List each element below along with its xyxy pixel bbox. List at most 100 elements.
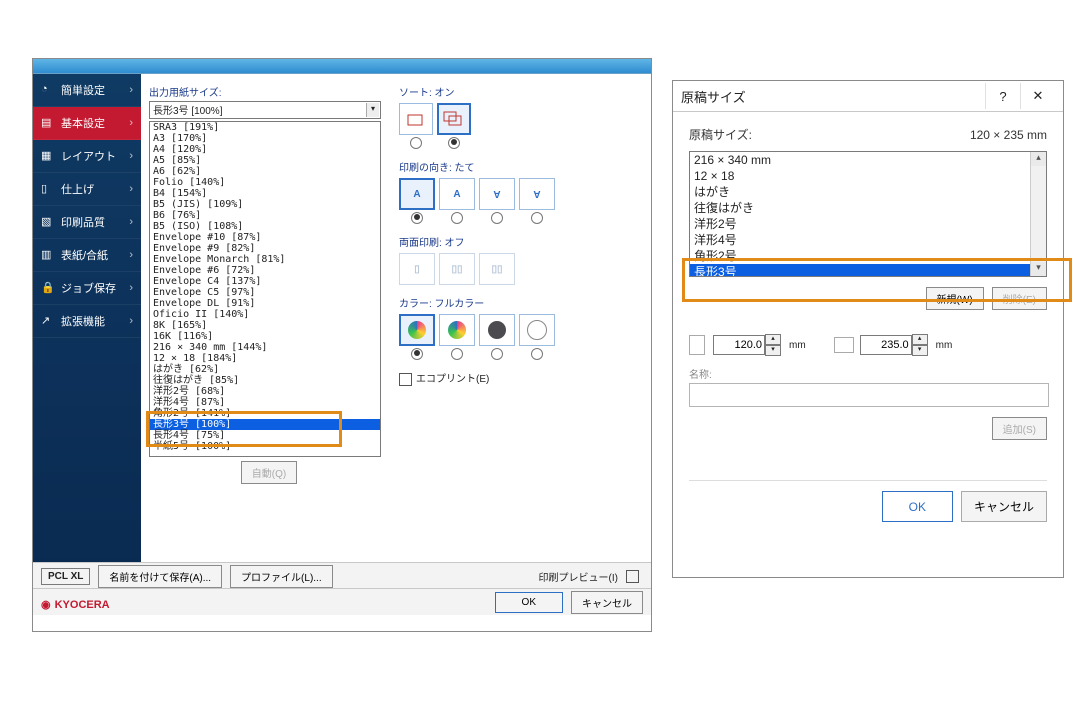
orient-1[interactable]: A xyxy=(399,178,435,210)
paper-size-option[interactable]: B5 (JIS) [109%] xyxy=(150,199,380,210)
sort-on-radio[interactable] xyxy=(448,137,460,149)
name-input[interactable] xyxy=(689,383,1049,407)
paper-size-option[interactable]: A5 [85%] xyxy=(150,155,380,166)
width-spinner[interactable]: ▴▾ xyxy=(713,334,781,356)
paper-size-option[interactable]: 16K [116%] xyxy=(150,331,380,342)
sort-on-option[interactable] xyxy=(437,103,471,135)
height-spinner[interactable]: ▴▾ xyxy=(860,334,928,356)
paper-size-combo[interactable]: 長形3号 [100%]▾ xyxy=(149,101,381,119)
paper-size-option[interactable]: 半紙5号 [100%] xyxy=(150,441,380,452)
cancel-button-right[interactable]: キャンセル xyxy=(961,491,1047,522)
sidebar-item-easy[interactable]: ◔簡単設定› xyxy=(33,74,141,107)
brand-logo: ◉KYOCERA xyxy=(41,598,110,611)
paper-size-option[interactable]: Envelope #10 [87%] xyxy=(150,232,380,243)
paper-size-option[interactable]: Oficio II [140%] xyxy=(150,309,380,320)
help-button[interactable]: ? xyxy=(985,83,1020,109)
close-button[interactable]: ✕ xyxy=(1020,83,1055,109)
size-option[interactable]: 長形3号 xyxy=(690,264,1046,277)
paper-size-option[interactable]: 洋形4号 [87%] xyxy=(150,397,380,408)
preview-checkbox[interactable] xyxy=(626,570,639,583)
cancel-button[interactable]: キャンセル xyxy=(571,591,643,614)
paper-size-option[interactable]: はがき [62%] xyxy=(150,364,380,375)
paper-size-option[interactable]: 8K [165%] xyxy=(150,320,380,331)
add-button[interactable]: 追加(S) xyxy=(992,417,1047,440)
spin-down-icon[interactable]: ▾ xyxy=(765,345,781,356)
titlebar-right[interactable]: 原稿サイズ ? ✕ xyxy=(673,81,1063,112)
sidebar: ◔簡単設定› ▤基本設定› ▦レイアウト› ▯仕上げ› ▧印刷品質› ▥表紙/合… xyxy=(33,74,141,590)
scrollbar[interactable]: ▴▾ xyxy=(1030,152,1046,276)
paper-size-option[interactable]: 216 × 340 mm [144%] xyxy=(150,342,380,353)
sort-off-option[interactable] xyxy=(399,103,433,135)
image-icon: ▧ xyxy=(41,215,55,229)
paper-size-option[interactable]: A3 [170%] xyxy=(150,133,380,144)
paper-size-option[interactable]: Envelope C5 [97%] xyxy=(150,287,380,298)
color-full[interactable] xyxy=(399,314,435,346)
titlebar[interactable] xyxy=(33,59,651,74)
duplex-section: 両面印刷: オフ ▯ ▯▯ ▯▯ xyxy=(399,234,643,285)
height-icon xyxy=(834,337,854,353)
orient-3[interactable]: A xyxy=(479,178,515,210)
ok-button-right[interactable]: OK xyxy=(882,491,953,522)
paper-size-option[interactable]: 長形4号 [75%] xyxy=(150,430,380,441)
pdl-badge[interactable]: PCL XL xyxy=(41,568,90,585)
sidebar-item-basic[interactable]: ▤基本設定› xyxy=(33,107,141,140)
paper-size-option[interactable]: B5 (ISO) [108%] xyxy=(150,221,380,232)
sidebar-item-quality[interactable]: ▧印刷品質› xyxy=(33,206,141,239)
ecoprint-checkbox[interactable] xyxy=(399,373,412,386)
size-option[interactable]: はがき xyxy=(690,184,1046,200)
orient-4[interactable]: A xyxy=(519,178,555,210)
paper-size-option[interactable]: Envelope C4 [137%] xyxy=(150,276,380,287)
sidebar-item-finishing[interactable]: ▯仕上げ› xyxy=(33,173,141,206)
profile-button[interactable]: プロファイル(L)... xyxy=(230,565,333,588)
sidebar-item-jobsave[interactable]: 🔒ジョブ保存› xyxy=(33,272,141,305)
scroll-down-icon[interactable]: ▾ xyxy=(1031,262,1046,276)
paper-size-option[interactable]: 角形2号 [141%] xyxy=(150,408,380,419)
paper-size-option[interactable]: Folio [140%] xyxy=(150,177,380,188)
paper-size-list[interactable]: SRA3 [191%]A3 [170%]A4 [120%]A5 [85%]A6 … xyxy=(149,121,381,457)
spin-up-icon[interactable]: ▴ xyxy=(765,334,781,345)
auto-button[interactable]: 自動(Q) xyxy=(241,461,297,484)
size-list[interactable]: 216 × 340 mm12 × 18はがき往復はがき洋形2号洋形4号角形2号長… xyxy=(689,151,1047,277)
paper-size-option[interactable]: Envelope Monarch [81%] xyxy=(150,254,380,265)
ecoprint-row[interactable]: エコプリント(E) xyxy=(399,370,643,386)
orient-2[interactable]: A xyxy=(439,178,475,210)
color-bw1[interactable] xyxy=(479,314,515,346)
new-button[interactable]: 新規(W) xyxy=(926,287,984,310)
paper-size-option[interactable]: 洋形2号 [68%] xyxy=(150,386,380,397)
save-as-button[interactable]: 名前を付けて保存(A)... xyxy=(98,565,222,588)
size-option[interactable]: 216 × 340 mm xyxy=(690,152,1046,168)
paper-size-option[interactable]: Envelope #6 [72%] xyxy=(150,265,380,276)
grid-icon: ▦ xyxy=(41,149,55,163)
delete-button[interactable]: 削除(E) xyxy=(992,287,1047,310)
sheets-icon: ▥ xyxy=(41,248,55,262)
size-option[interactable]: 洋形2号 xyxy=(690,216,1046,232)
size-option[interactable]: 12 × 18 xyxy=(690,168,1046,184)
scroll-up-icon[interactable]: ▴ xyxy=(1031,152,1046,166)
name-label: 名称: xyxy=(689,366,1047,381)
paper-size-option[interactable]: 12 × 18 [184%] xyxy=(150,353,380,364)
paper-size-option[interactable]: A4 [120%] xyxy=(150,144,380,155)
arrow-icon: ↗ xyxy=(41,314,55,328)
sidebar-item-extend[interactable]: ↗拡張機能› xyxy=(33,305,141,338)
duplex-off[interactable]: ▯ xyxy=(399,253,435,285)
color-auto[interactable] xyxy=(439,314,475,346)
sidebar-item-cover[interactable]: ▥表紙/合紙› xyxy=(33,239,141,272)
paper-size-option[interactable]: 長形3号 [100%] xyxy=(150,419,380,430)
paper-size-option[interactable]: A6 [62%] xyxy=(150,166,380,177)
color-bw2[interactable] xyxy=(519,314,555,346)
paper-size-option[interactable]: 往復はがき [85%] xyxy=(150,375,380,386)
paper-size-option[interactable]: SRA3 [191%] xyxy=(150,122,380,133)
paper-size-option[interactable]: B6 [76%] xyxy=(150,210,380,221)
paper-size-option[interactable]: B4 [154%] xyxy=(150,188,380,199)
paper-size-option[interactable]: Envelope DL [91%] xyxy=(150,298,380,309)
sidebar-item-layout[interactable]: ▦レイアウト› xyxy=(33,140,141,173)
size-option[interactable]: 洋形4号 xyxy=(690,232,1046,248)
sort-off-radio[interactable] xyxy=(410,137,422,149)
duplex-long[interactable]: ▯▯ xyxy=(439,253,475,285)
size-option[interactable]: 角形2号 xyxy=(690,248,1046,264)
paper-size-option[interactable]: Envelope #9 [82%] xyxy=(150,243,380,254)
ok-button[interactable]: OK xyxy=(495,592,563,613)
page-size-dialog: 原稿サイズ ? ✕ 原稿サイズ:120 × 235 mm 216 × 340 m… xyxy=(672,80,1064,578)
size-option[interactable]: 往復はがき xyxy=(690,200,1046,216)
duplex-short[interactable]: ▯▯ xyxy=(479,253,515,285)
